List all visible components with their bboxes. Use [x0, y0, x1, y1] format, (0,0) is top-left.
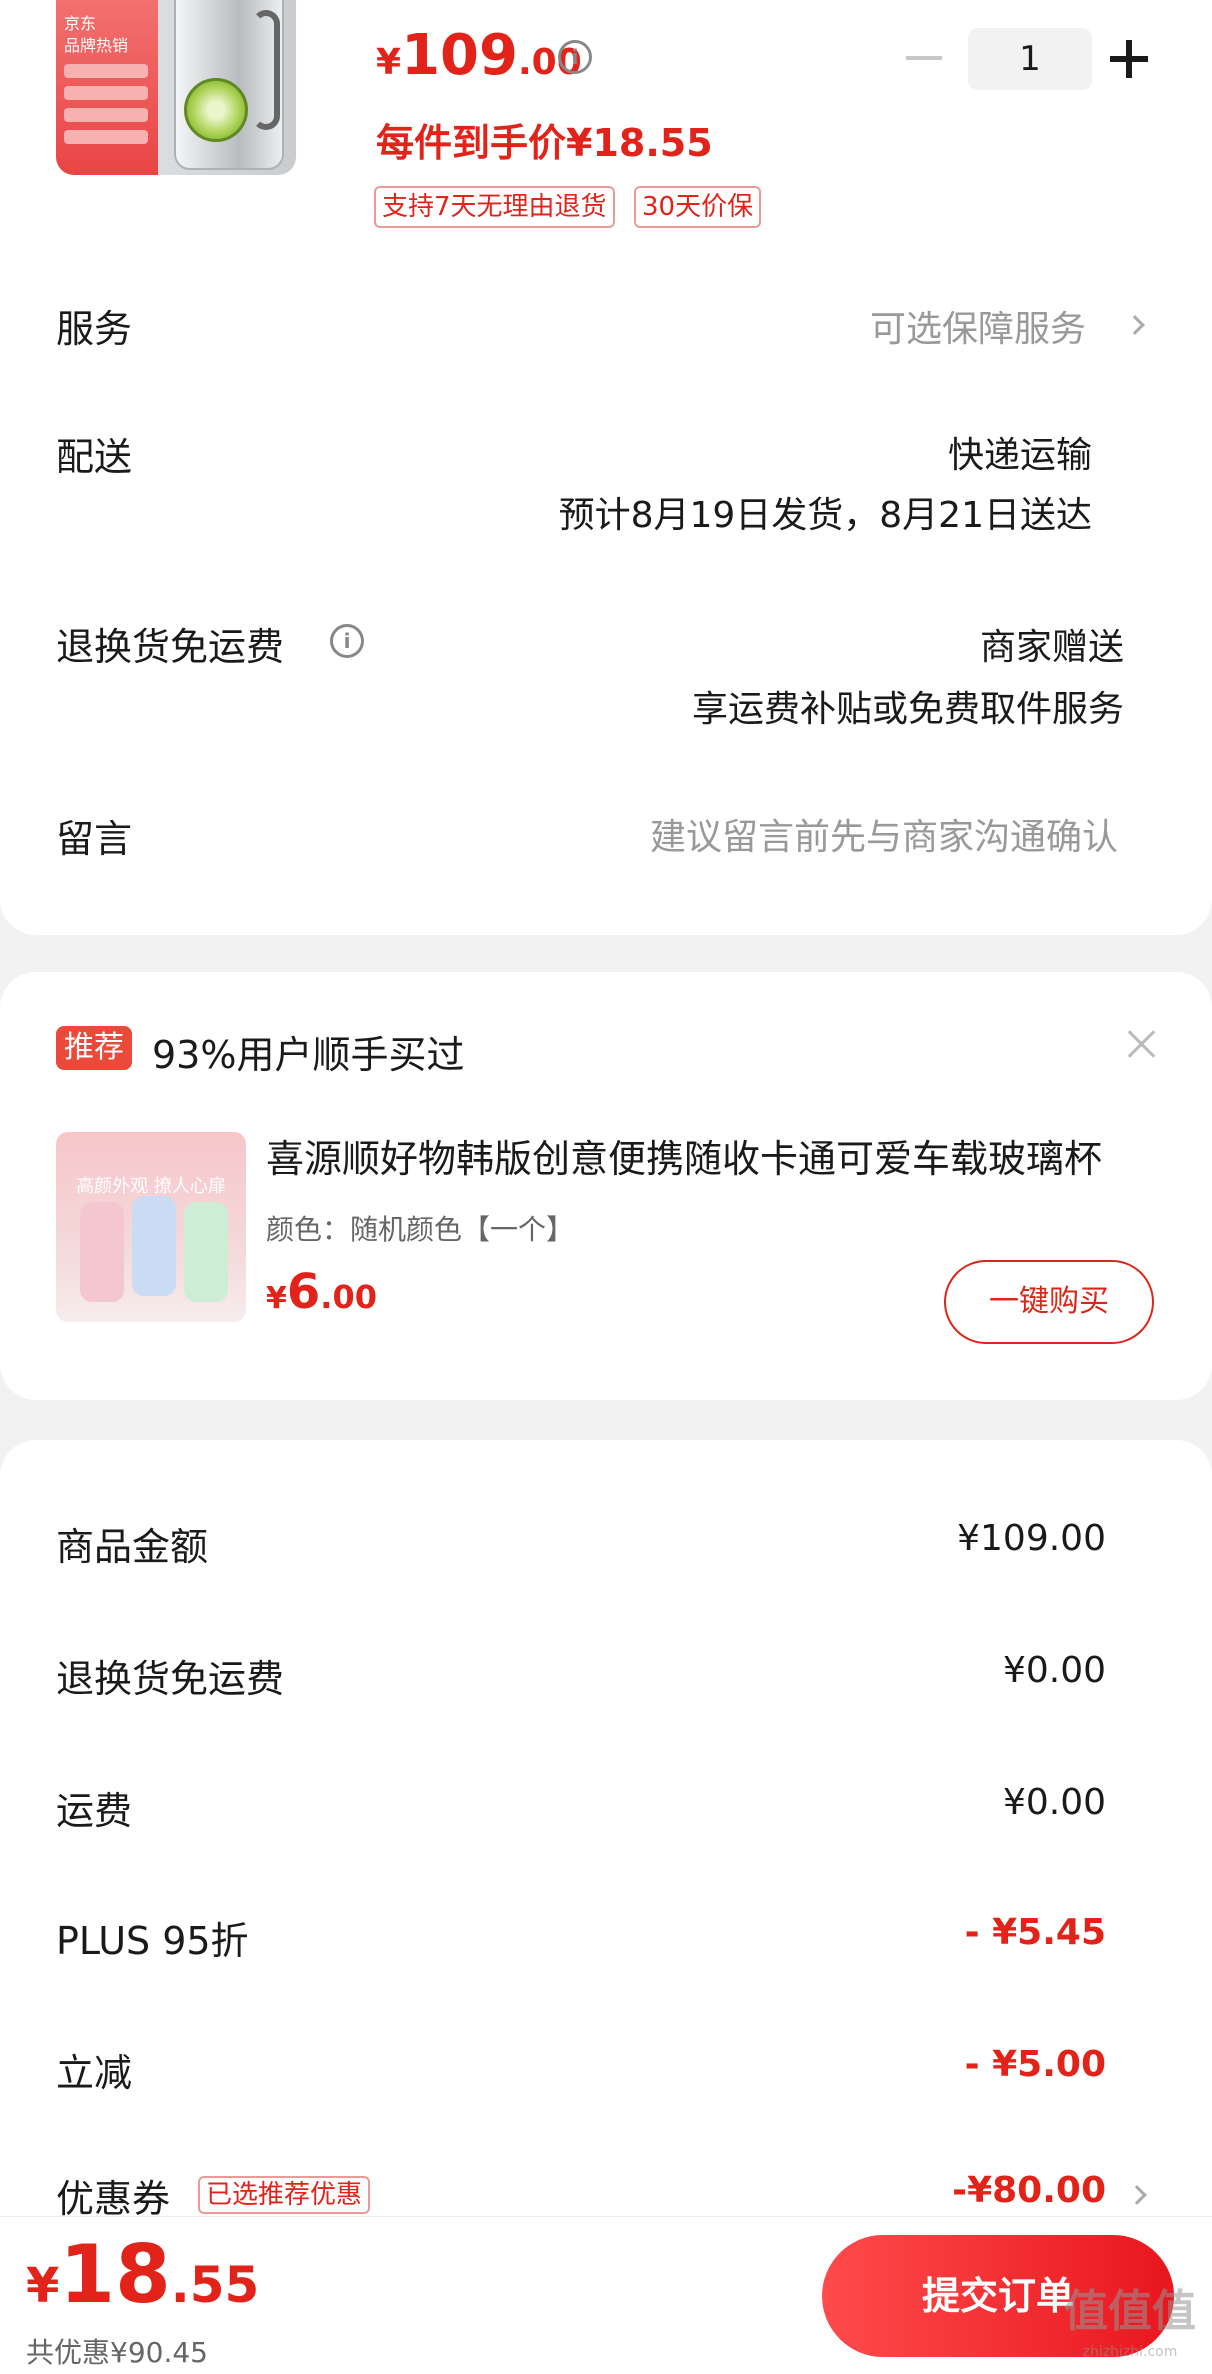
info-icon[interactable]: i	[558, 40, 592, 74]
goods-amount-label: 商品金额	[56, 1525, 209, 1569]
price-symbol: ¥	[376, 42, 402, 83]
price-decimal: .55	[170, 2256, 260, 2314]
price-integer: 18	[59, 2228, 171, 2321]
service-label: 服务	[56, 307, 133, 351]
cup-graphic	[132, 1196, 176, 1296]
return-shipping-value: 商家赠送	[979, 627, 1124, 668]
price-symbol: ¥	[266, 1281, 287, 1316]
recommend-badge: 推荐	[56, 1026, 132, 1070]
chevron-right-icon[interactable]	[1127, 2185, 1147, 2205]
minus-icon[interactable]	[906, 56, 942, 60]
recommend-item-name[interactable]: 喜源顺好物韩版创意便携随收卡通可爱车载玻璃杯	[266, 1128, 1126, 1183]
recommend-price: ¥6.00	[266, 1268, 377, 1316]
plus-discount-label: PLUS 95折	[56, 1919, 249, 1963]
cup-graphic	[80, 1202, 124, 1302]
net-price: 每件到手价¥18.55	[376, 121, 713, 165]
coupon-selected-tag: 已选推荐优惠	[198, 2176, 371, 2214]
return-shipping-label: 退换货免运费	[56, 625, 285, 669]
promo-line	[64, 64, 148, 78]
recommend-title: 93%用户顺手买过	[152, 1033, 465, 1077]
delivery-method[interactable]: 快递运输	[948, 426, 1092, 478]
promo-line	[64, 130, 148, 144]
message-input[interactable]: 建议留言前先与商家沟通确认	[650, 808, 1118, 860]
delivery-label: 配送	[56, 435, 133, 479]
product-image[interactable]: 京东 品牌热销	[56, 0, 296, 175]
order-item-card: 京东 品牌热销 ¥109.00 i 每件到手价¥18.55 支持7天无理由退货 …	[0, 0, 1212, 935]
watermark-logo: 值值值	[1064, 2286, 1196, 2337]
close-icon[interactable]	[1126, 1028, 1158, 1060]
recommend-card: 推荐 93%用户顺手买过 高颜外观 撩人心扉 喜源顺好物韩版创意便携随收卡通可爱…	[0, 972, 1212, 1400]
goods-amount-value: ¥109.00	[957, 1518, 1106, 1559]
lime-graphic	[184, 78, 248, 142]
recommend-image[interactable]: 高颜外观 撩人心扉	[56, 1132, 246, 1322]
chevron-right-icon[interactable]	[1125, 315, 1145, 335]
shipping-fee-label: 运费	[56, 1789, 133, 1833]
promo-line	[64, 86, 148, 100]
coupon-label[interactable]: 优惠券	[56, 2168, 170, 2223]
message-label: 留言	[56, 817, 133, 861]
checkout-bar: ¥18.55 共优惠¥90.45 提交订单	[0, 2216, 1212, 2374]
info-icon[interactable]: i	[330, 624, 364, 658]
promo-line	[64, 108, 148, 122]
price-decimal: .00	[320, 1278, 377, 1316]
service-value[interactable]: 可选保障服务	[870, 300, 1086, 352]
price-symbol: ¥	[26, 2258, 60, 2314]
promo-ribbon: 京东 品牌热销	[56, 0, 158, 175]
price-protect-tag: 30天价保	[634, 186, 762, 228]
return-shipping-desc: 享运费补贴或免费取件服务	[691, 689, 1124, 730]
coupon-value[interactable]: -¥80.00	[952, 2170, 1106, 2211]
total-price: ¥18.55	[26, 2235, 259, 2315]
total-saved: 共优惠¥90.45	[26, 2336, 208, 2369]
strap-graphic	[252, 10, 280, 130]
return-policy-tag: 支持7天无理由退货	[374, 186, 615, 228]
instant-discount-value: - ¥5.00	[964, 2044, 1106, 2085]
return-shipping-fee-value: ¥0.00	[1002, 1650, 1106, 1691]
watermark-url: zhizhizhi.com	[1082, 2344, 1178, 2360]
recommend-item-color: 颜色：随机颜色【一个】	[266, 1213, 575, 1246]
return-shipping-fee-label: 退换货免运费	[56, 1657, 285, 1701]
shipping-fee-value: ¥0.00	[1002, 1782, 1106, 1823]
one-click-buy-button[interactable]: 一键购买	[944, 1260, 1154, 1344]
promo-text-1: 京东	[64, 14, 97, 33]
delivery-eta: 预计8月19日发货，8月21日送达	[558, 495, 1092, 536]
promo-text-2: 品牌热销	[64, 36, 129, 55]
price-integer: 109	[401, 23, 518, 88]
price-integer: 6	[286, 1264, 321, 1320]
recommend-image-caption: 高颜外观 撩人心扉	[76, 1176, 226, 1197]
cup-graphic	[184, 1202, 228, 1302]
plus-icon[interactable]	[1110, 40, 1148, 78]
quantity-input[interactable]: 1	[968, 28, 1092, 90]
plus-discount-value: - ¥5.45	[964, 1912, 1106, 1953]
instant-discount-label: 立减	[56, 2051, 133, 2095]
product-price: ¥109.00	[376, 28, 582, 84]
order-confirm-page: 京东 品牌热销 ¥109.00 i 每件到手价¥18.55 支持7天无理由退货 …	[0, 0, 1212, 2374]
price-summary-card: 商品金额 ¥109.00 退换货免运费 ¥0.00 运费 ¥0.00 PLUS …	[0, 1440, 1212, 2223]
